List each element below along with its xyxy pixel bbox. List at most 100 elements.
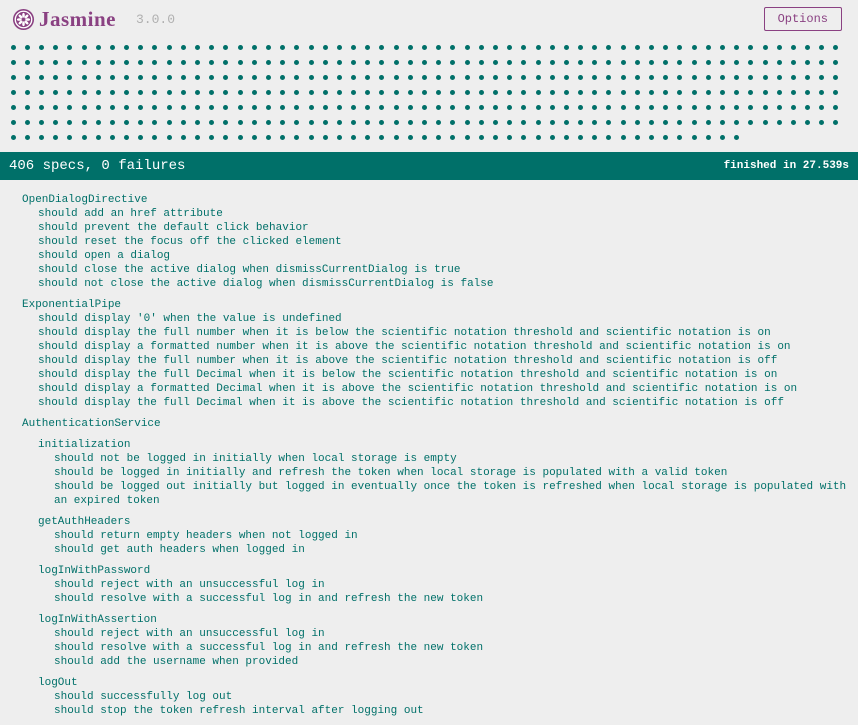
passed-spec-dot[interactable] bbox=[734, 120, 740, 125]
passed-spec-dot[interactable] bbox=[535, 90, 541, 95]
passed-spec-dot[interactable] bbox=[691, 135, 697, 140]
passed-spec-dot[interactable] bbox=[124, 60, 130, 65]
passed-spec-dot[interactable] bbox=[393, 120, 399, 125]
passed-spec-dot[interactable] bbox=[81, 120, 87, 125]
passed-spec-dot[interactable] bbox=[53, 90, 59, 95]
passed-spec-dot[interactable] bbox=[677, 45, 683, 50]
passed-spec-dot[interactable] bbox=[351, 45, 357, 50]
passed-spec-dot[interactable] bbox=[819, 75, 825, 80]
passed-spec-dot[interactable] bbox=[294, 90, 300, 95]
passed-spec-dot[interactable] bbox=[294, 135, 300, 140]
passed-spec-dot[interactable] bbox=[109, 135, 115, 140]
passed-spec-dot[interactable] bbox=[492, 45, 498, 50]
passed-spec-dot[interactable] bbox=[237, 135, 243, 140]
spec-result-link[interactable]: should not close the active dialog when … bbox=[38, 277, 850, 291]
passed-spec-dot[interactable] bbox=[790, 75, 796, 80]
passed-spec-dot[interactable] bbox=[393, 75, 399, 80]
passed-spec-dot[interactable] bbox=[734, 90, 740, 95]
passed-spec-dot[interactable] bbox=[351, 60, 357, 65]
passed-spec-dot[interactable] bbox=[294, 120, 300, 125]
passed-spec-dot[interactable] bbox=[336, 105, 342, 110]
passed-spec-dot[interactable] bbox=[663, 60, 669, 65]
passed-spec-dot[interactable] bbox=[280, 105, 286, 110]
passed-spec-dot[interactable] bbox=[663, 90, 669, 95]
passed-spec-dot[interactable] bbox=[365, 120, 371, 125]
passed-spec-dot[interactable] bbox=[634, 45, 640, 50]
passed-spec-dot[interactable] bbox=[436, 90, 442, 95]
passed-spec-dot[interactable] bbox=[393, 90, 399, 95]
spec-result-link[interactable]: should display the full Decimal when it … bbox=[38, 396, 850, 410]
passed-spec-dot[interactable] bbox=[691, 120, 697, 125]
passed-spec-dot[interactable] bbox=[450, 105, 456, 110]
passed-spec-dot[interactable] bbox=[464, 105, 470, 110]
passed-spec-dot[interactable] bbox=[422, 120, 428, 125]
passed-spec-dot[interactable] bbox=[166, 105, 172, 110]
passed-spec-dot[interactable] bbox=[109, 75, 115, 80]
suite-name-link[interactable]: ExponentialPipe bbox=[22, 298, 850, 312]
passed-spec-dot[interactable] bbox=[450, 75, 456, 80]
passed-spec-dot[interactable] bbox=[734, 105, 740, 110]
passed-spec-dot[interactable] bbox=[152, 120, 158, 125]
passed-spec-dot[interactable] bbox=[606, 120, 612, 125]
passed-spec-dot[interactable] bbox=[492, 105, 498, 110]
spec-result-link[interactable]: should open a dialog bbox=[38, 249, 850, 263]
passed-spec-dot[interactable] bbox=[705, 90, 711, 95]
passed-spec-dot[interactable] bbox=[592, 135, 598, 140]
passed-spec-dot[interactable] bbox=[436, 75, 442, 80]
passed-spec-dot[interactable] bbox=[478, 120, 484, 125]
passed-spec-dot[interactable] bbox=[719, 120, 725, 125]
passed-spec-dot[interactable] bbox=[563, 75, 569, 80]
passed-spec-dot[interactable] bbox=[705, 105, 711, 110]
spec-result-link[interactable]: should not be logged in initially when l… bbox=[54, 452, 850, 466]
passed-spec-dot[interactable] bbox=[620, 60, 626, 65]
passed-spec-dot[interactable] bbox=[620, 75, 626, 80]
passed-spec-dot[interactable] bbox=[833, 120, 839, 125]
passed-spec-dot[interactable] bbox=[734, 60, 740, 65]
passed-spec-dot[interactable] bbox=[634, 105, 640, 110]
passed-spec-dot[interactable] bbox=[578, 135, 584, 140]
passed-spec-dot[interactable] bbox=[776, 75, 782, 80]
passed-spec-dot[interactable] bbox=[549, 45, 555, 50]
spec-result-link[interactable]: should be logged in initially and refres… bbox=[54, 466, 850, 480]
passed-spec-dot[interactable] bbox=[351, 90, 357, 95]
passed-spec-dot[interactable] bbox=[521, 105, 527, 110]
passed-spec-dot[interactable] bbox=[308, 45, 314, 50]
passed-spec-dot[interactable] bbox=[436, 60, 442, 65]
passed-spec-dot[interactable] bbox=[124, 120, 130, 125]
passed-spec-dot[interactable] bbox=[336, 135, 342, 140]
passed-spec-dot[interactable] bbox=[734, 135, 740, 140]
passed-spec-dot[interactable] bbox=[748, 105, 754, 110]
spec-result-link[interactable]: should display a formatted Decimal when … bbox=[38, 382, 850, 396]
passed-spec-dot[interactable] bbox=[436, 120, 442, 125]
passed-spec-dot[interactable] bbox=[38, 45, 44, 50]
passed-spec-dot[interactable] bbox=[251, 60, 257, 65]
passed-spec-dot[interactable] bbox=[606, 75, 612, 80]
passed-spec-dot[interactable] bbox=[606, 60, 612, 65]
passed-spec-dot[interactable] bbox=[436, 45, 442, 50]
passed-spec-dot[interactable] bbox=[251, 90, 257, 95]
passed-spec-dot[interactable] bbox=[152, 45, 158, 50]
passed-spec-dot[interactable] bbox=[677, 135, 683, 140]
passed-spec-dot[interactable] bbox=[195, 60, 201, 65]
passed-spec-dot[interactable] bbox=[379, 75, 385, 80]
passed-spec-dot[interactable] bbox=[280, 90, 286, 95]
passed-spec-dot[interactable] bbox=[592, 105, 598, 110]
suite-name-link[interactable]: getAuthHeaders bbox=[38, 515, 850, 529]
passed-spec-dot[interactable] bbox=[294, 105, 300, 110]
passed-spec-dot[interactable] bbox=[53, 120, 59, 125]
passed-spec-dot[interactable] bbox=[10, 75, 16, 80]
passed-spec-dot[interactable] bbox=[81, 135, 87, 140]
passed-spec-dot[interactable] bbox=[95, 90, 101, 95]
passed-spec-dot[interactable] bbox=[790, 60, 796, 65]
passed-spec-dot[interactable] bbox=[237, 60, 243, 65]
passed-spec-dot[interactable] bbox=[280, 135, 286, 140]
passed-spec-dot[interactable] bbox=[634, 135, 640, 140]
passed-spec-dot[interactable] bbox=[677, 105, 683, 110]
passed-spec-dot[interactable] bbox=[53, 105, 59, 110]
passed-spec-dot[interactable] bbox=[422, 105, 428, 110]
suite-name-link[interactable]: OpenDialogDirective bbox=[22, 193, 850, 207]
passed-spec-dot[interactable] bbox=[393, 135, 399, 140]
passed-spec-dot[interactable] bbox=[620, 45, 626, 50]
passed-spec-dot[interactable] bbox=[691, 60, 697, 65]
passed-spec-dot[interactable] bbox=[223, 60, 229, 65]
